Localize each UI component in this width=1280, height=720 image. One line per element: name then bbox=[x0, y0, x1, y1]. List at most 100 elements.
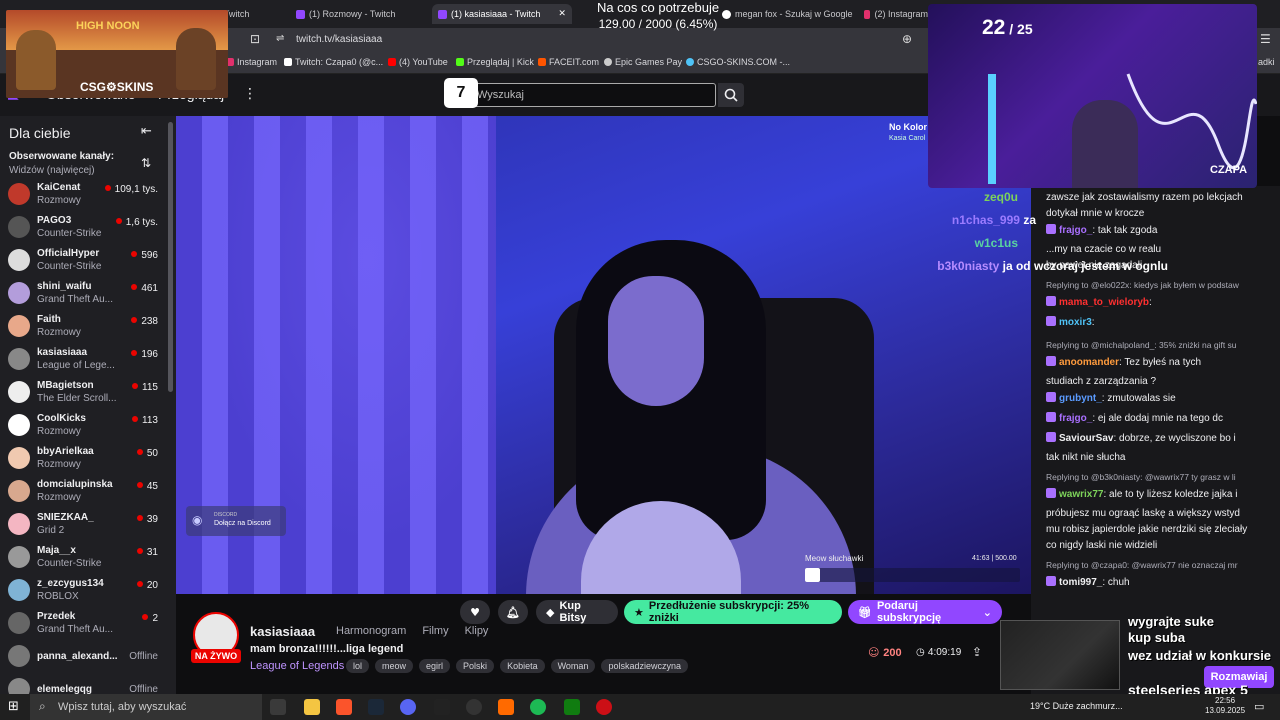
sidebar-channel[interactable]: elemelegqg Offline bbox=[0, 673, 168, 694]
stream-tag[interactable]: meow bbox=[375, 659, 414, 673]
browser-tab[interactable]: (1) Rozmowy - Twitch bbox=[296, 4, 424, 24]
search-button[interactable] bbox=[718, 83, 744, 107]
stream-tag[interactable]: Woman bbox=[550, 659, 596, 673]
task-view-icon[interactable] bbox=[270, 699, 286, 715]
sidebar-channel[interactable]: CoolKicks Rozmowy 113 bbox=[0, 409, 168, 442]
clock-date: 13.09.2025 bbox=[1205, 706, 1246, 715]
windows-start-icon[interactable]: ⊞ bbox=[8, 699, 19, 714]
viewer-count: ☺ 200 bbox=[868, 646, 902, 659]
sidebar-channel[interactable]: MBagietson The Elder Scroll... 115 bbox=[0, 376, 168, 409]
bookmark-instagram[interactable]: Instagram bbox=[226, 57, 277, 67]
channel-name[interactable]: kasiasiaaa bbox=[250, 624, 315, 639]
xbox-icon[interactable] bbox=[564, 699, 580, 715]
sidebar-scrollbar[interactable] bbox=[168, 122, 173, 392]
channel-avatar bbox=[8, 480, 30, 502]
opera-icon[interactable] bbox=[596, 699, 612, 715]
giveaway-line-1: wygrajte suke bbox=[1128, 614, 1214, 629]
faceit-icon bbox=[538, 58, 546, 66]
bookmark-label: Epic Games Pay bbox=[615, 57, 683, 67]
app-icon[interactable] bbox=[498, 699, 514, 715]
search-input[interactable]: Wyszukaj bbox=[446, 83, 716, 107]
stream-tag[interactable]: Kobieta bbox=[500, 659, 545, 673]
close-tab-icon[interactable]: ✕ bbox=[558, 9, 566, 19]
sort-label: Obserwowane kanały: bbox=[9, 151, 115, 162]
browser-tab-active[interactable]: (1) kasiasiaaa - Twitch ✕ bbox=[432, 4, 572, 24]
menu-icon[interactable]: ☰ bbox=[1260, 32, 1271, 46]
chat-username[interactable]: mama_to_wieloryb bbox=[1059, 297, 1149, 308]
overlay-chat-username: n1chas_999 bbox=[951, 213, 1020, 227]
bookmark-faceit[interactable]: FACEIT.com bbox=[538, 57, 599, 67]
taskbar-search[interactable]: ⌕ Wpisz tutaj, aby wyszukać bbox=[30, 694, 262, 720]
brave-browser-icon[interactable] bbox=[336, 699, 352, 715]
gift-sub-button[interactable]: 🎁︎ Podaruj subskrypcję ⌄ bbox=[848, 600, 1002, 624]
video-player[interactable]: No Kolor Kasia Carol ◉ DISCORD Dołącz na… bbox=[176, 116, 1031, 594]
stream-tag[interactable]: egirl bbox=[419, 659, 451, 673]
chat-username[interactable]: moxir3 bbox=[1059, 317, 1092, 328]
chat-username[interactable]: frajgo_ bbox=[1059, 413, 1092, 424]
epic-games-icon[interactable] bbox=[434, 699, 450, 715]
steam-icon[interactable] bbox=[368, 699, 384, 715]
bookmark-csgoskins[interactable]: CSGO-SKINS.COM -... bbox=[686, 57, 790, 67]
tab-schedule[interactable]: Harmonogram bbox=[336, 625, 406, 637]
sort-icon[interactable]: ⇅ bbox=[141, 156, 151, 170]
collapse-sidebar-icon[interactable]: ⇤ bbox=[141, 124, 152, 139]
chat-username[interactable]: frajgo_ bbox=[1059, 225, 1092, 236]
chat-username[interactable]: SaviourSav bbox=[1059, 433, 1113, 444]
weather-widget[interactable]: 19°C Duże zachmurz... bbox=[1030, 701, 1123, 711]
bookmark-twitch[interactable]: Twitch: Czapa0 (@c... bbox=[284, 57, 383, 67]
obs-icon[interactable] bbox=[466, 699, 482, 715]
site-info-icon[interactable]: ⇌ bbox=[276, 33, 284, 44]
viewers-value: Offline bbox=[129, 684, 158, 694]
browser-tab[interactable]: megan fox - Szukaj w Google bbox=[722, 4, 862, 24]
sidebar-channel[interactable]: PAGO3 Counter-Strike 1,6 tys. bbox=[0, 211, 168, 244]
notifications-button[interactable]: 🔔︎ bbox=[498, 600, 528, 624]
share-icon[interactable]: ⇪ bbox=[972, 645, 982, 659]
stream-tag[interactable]: polskadziewczyna bbox=[601, 659, 688, 673]
sidebar-channel[interactable]: kasiasiaaa League of Lege... 196 bbox=[0, 343, 168, 376]
chat-username[interactable]: tomi997_ bbox=[1059, 577, 1102, 588]
sidebar-channel[interactable]: panna_alexand... Offline bbox=[0, 640, 168, 673]
sidebar-channel[interactable]: Maja__x Counter-Strike 31 bbox=[0, 541, 168, 574]
file-explorer-icon[interactable] bbox=[304, 699, 320, 715]
sidebar-channel[interactable]: domcialupinska Rozmowy 45 bbox=[0, 475, 168, 508]
tab-label: megan fox - Szukaj w Google bbox=[735, 9, 853, 19]
url-field[interactable]: twitch.tv/kasiasiaaa bbox=[296, 34, 382, 45]
sidebar-channel[interactable]: shini_waifu Grand Theft Au... 461 bbox=[0, 277, 168, 310]
bookmark-epic[interactable]: Epic Games Pay bbox=[604, 57, 682, 67]
sidebar-channel[interactable]: Przedek Grand Theft Au... 2 bbox=[0, 607, 168, 640]
browser-tab[interactable]: (2) Instagram bbox=[864, 4, 928, 24]
streamer-face bbox=[608, 276, 704, 406]
sidebar-channel[interactable]: KaiCenat Rozmowy 109,1 tys. bbox=[0, 178, 168, 211]
stream-tag[interactable]: lol bbox=[346, 659, 370, 673]
discord-icon[interactable] bbox=[400, 699, 416, 715]
bookmark-overflow[interactable]: adki bbox=[1258, 57, 1275, 67]
spotify-icon[interactable] bbox=[530, 699, 546, 715]
zoom-icon[interactable]: ⊕ bbox=[902, 32, 912, 46]
chat-username[interactable]: wawrix77 bbox=[1059, 489, 1103, 500]
chat-username[interactable]: grubynt_ bbox=[1059, 393, 1102, 404]
tab-videos[interactable]: Filmy bbox=[422, 625, 448, 637]
webcam-name: CZAPA bbox=[1210, 164, 1248, 176]
resub-button[interactable]: ★ Przedłużenie subskrypcji: 25% zniżki bbox=[624, 600, 842, 624]
buy-bits-button[interactable]: ◆ Kup Bitsy bbox=[536, 600, 618, 624]
stream-category[interactable]: League of Legends bbox=[250, 660, 344, 672]
tab-clips[interactable]: Klipy bbox=[465, 625, 489, 637]
goal-progress-fill bbox=[805, 568, 821, 582]
sidebar-channel[interactable]: OfficialHyper Counter-Strike 596 bbox=[0, 244, 168, 277]
follow-button[interactable]: ♥ bbox=[460, 600, 490, 624]
bookmark-icon[interactable]: ⊡ bbox=[250, 32, 260, 46]
bookmark-kick[interactable]: Przeglądaj | Kick bbox=[456, 57, 534, 67]
channel-avatar bbox=[8, 249, 30, 271]
more-options-icon[interactable]: ⋮ bbox=[243, 86, 257, 102]
stream-tag[interactable]: Polski bbox=[456, 659, 495, 673]
sidebar-channel[interactable]: SNIEZKAA_ Grid 2 39 bbox=[0, 508, 168, 541]
chat-username[interactable]: anoomander bbox=[1059, 357, 1119, 368]
sidebar-channel[interactable]: Faith Rozmowy 238 bbox=[0, 310, 168, 343]
clock[interactable]: 22:56 13.09.2025 bbox=[1205, 696, 1245, 716]
subscriber-badge-icon bbox=[1046, 296, 1056, 306]
viewers-value: Offline bbox=[129, 651, 158, 662]
sidebar-channel[interactable]: z_ezcygus134 ROBLOX 20 bbox=[0, 574, 168, 607]
bookmark-youtube[interactable]: (4) YouTube bbox=[388, 57, 448, 67]
notifications-icon[interactable]: ▭ bbox=[1254, 700, 1264, 713]
sidebar-channel[interactable]: bbyArielkaa Rozmowy 50 bbox=[0, 442, 168, 475]
